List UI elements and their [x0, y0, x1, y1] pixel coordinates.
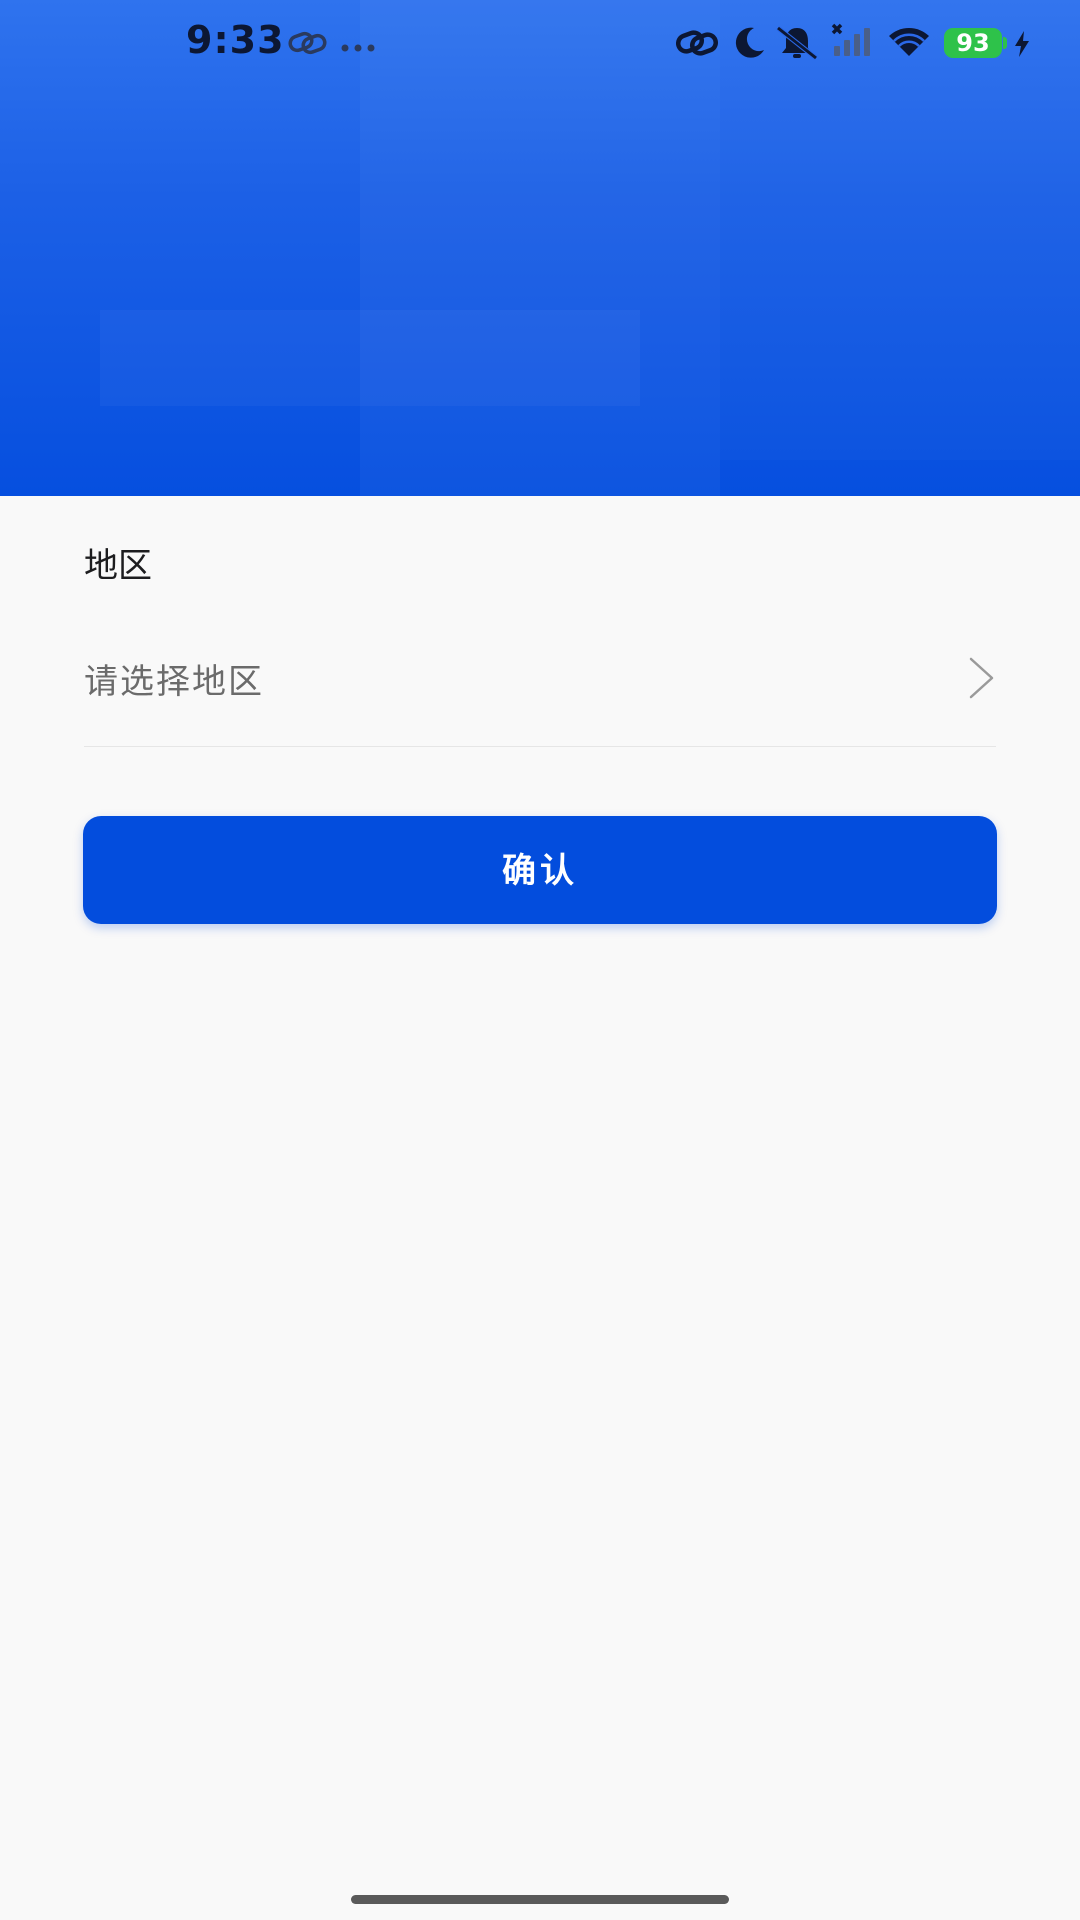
- status-time: 9:33: [186, 18, 285, 62]
- region-label: 地区: [84, 546, 152, 586]
- battery-tip: [1003, 37, 1007, 49]
- battery-icon: 93: [944, 28, 1002, 58]
- region-select[interactable]: 请选择地区: [84, 626, 996, 747]
- region-placeholder: 请选择地区: [84, 662, 264, 702]
- confirm-button[interactable]: 确认: [83, 816, 997, 924]
- moon-icon: [730, 24, 768, 66]
- mute-bell-icon: [774, 22, 820, 66]
- more-dots-icon: [340, 38, 376, 57]
- hotspot-link-icon: [675, 26, 720, 64]
- status-bar: 9:33 93: [0, 0, 1080, 86]
- charging-icon: [1012, 30, 1032, 62]
- screen: 9:33 93 地区 请选择地区 确认: [0, 0, 1080, 1920]
- home-indicator[interactable]: [351, 1895, 729, 1904]
- wifi-icon: [886, 26, 932, 62]
- link-icon: [288, 28, 328, 62]
- no-signal-icon: [830, 22, 876, 62]
- chevron-right-icon: [966, 656, 996, 704]
